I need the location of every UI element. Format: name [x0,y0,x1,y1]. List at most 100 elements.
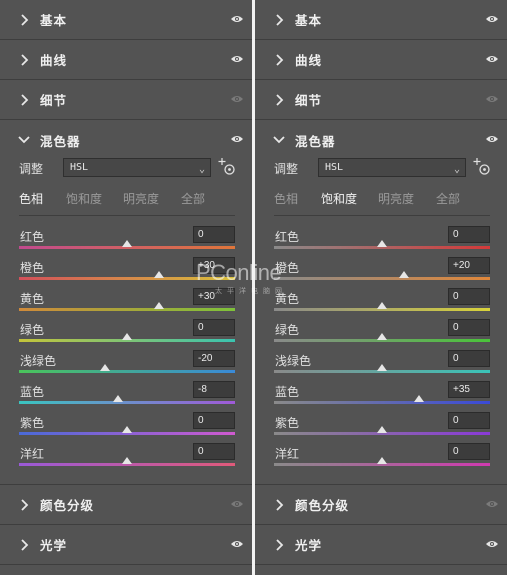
chevron-right-icon[interactable] [19,94,29,106]
slider-thumb[interactable] [100,364,110,371]
value-field[interactable]: 0 [448,288,490,305]
color-mixer-header[interactable]: 混色器 [0,120,252,160]
eye-icon[interactable] [230,539,244,549]
slider-thumb[interactable] [113,395,123,402]
section-header[interactable]: 曲线 [0,40,252,80]
section-header[interactable]: 基本 [255,0,507,40]
section-title: 颜色分级 [40,498,95,513]
eye-icon[interactable] [230,134,244,144]
eye-icon[interactable] [485,499,499,509]
targeted-adjustment-icon[interactable] [473,158,491,176]
value-field[interactable]: +35 [448,381,490,398]
slider-thumb[interactable] [154,302,164,309]
color-slider-row: 黄色 0 [274,288,490,319]
section-title: 曲线 [295,53,323,68]
section-header[interactable]: 曲线 [255,40,507,80]
tab-2[interactable]: 明亮度 [378,190,414,207]
value-field[interactable]: 0 [448,319,490,336]
color-slider-row: 红色 0 [19,226,235,257]
value-field[interactable]: 0 [448,443,490,460]
value-field[interactable]: 0 [448,412,490,429]
eye-icon[interactable] [230,54,244,64]
color-slider-row: 洋红 0 [274,443,490,474]
mode-select[interactable]: HSL ⌄ [318,158,466,177]
tab-3[interactable]: 全部 [436,190,460,207]
chevron-right-icon[interactable] [274,94,284,106]
slider-thumb[interactable] [377,426,387,433]
slider-thumb[interactable] [122,426,132,433]
eye-icon[interactable] [485,134,499,144]
slider-thumb[interactable] [377,333,387,340]
tab-1[interactable]: 饱和度 [66,190,102,207]
slider-track[interactable] [19,370,235,373]
mode-select[interactable]: HSL ⌄ [63,158,211,177]
chevron-right-icon[interactable] [274,499,284,511]
chevron-down-icon[interactable] [18,135,30,145]
color-mixer-header[interactable]: 混色器 [255,120,507,160]
section-title: 基本 [40,13,68,28]
section-header[interactable]: 颜色分级 [0,485,252,525]
section-title: 细节 [40,93,68,108]
value-field[interactable]: 0 [193,226,235,243]
chevron-right-icon[interactable] [274,14,284,26]
chevron-right-icon[interactable] [274,539,284,551]
color-name: 蓝色 [20,385,45,399]
slider-track[interactable] [19,308,235,311]
section-header[interactable]: 光学 [255,525,507,565]
color-slider-row: 洋红 0 [19,443,235,474]
tab-0[interactable]: 色相 [19,190,43,207]
section-header[interactable]: 细节 [255,80,507,120]
slider-track[interactable] [19,401,235,404]
chevron-right-icon[interactable] [19,539,29,551]
color-slider-row: 红色 0 [274,226,490,257]
chevron-right-icon[interactable] [19,499,29,511]
slider-thumb[interactable] [122,240,132,247]
slider-thumb[interactable] [122,333,132,340]
eye-icon[interactable] [230,499,244,509]
value-field[interactable]: 0 [448,350,490,367]
tab-3[interactable]: 全部 [181,190,205,207]
value-field[interactable]: -8 [193,381,235,398]
value-field[interactable]: -20 [193,350,235,367]
section-header[interactable]: 细节 [0,80,252,120]
tab-1[interactable]: 饱和度 [321,190,357,207]
eye-icon[interactable] [485,94,499,104]
slider-thumb[interactable] [122,457,132,464]
chevron-down-icon: ⌄ [453,164,460,175]
slider-thumb[interactable] [399,271,409,278]
slider-thumb[interactable] [377,302,387,309]
value-field[interactable]: 0 [193,412,235,429]
slider-track[interactable] [274,401,490,404]
value-field[interactable]: +20 [448,257,490,274]
slider-track[interactable] [274,277,490,280]
section-title: 光学 [295,538,323,553]
color-name: 橙色 [20,261,45,275]
section-header[interactable]: 颜色分级 [255,485,507,525]
slider-thumb[interactable] [414,395,424,402]
tab-2[interactable]: 明亮度 [123,190,159,207]
chevron-right-icon[interactable] [274,54,284,66]
value-field[interactable]: 0 [193,443,235,460]
eye-icon[interactable] [485,54,499,64]
section-header[interactable]: 基本 [0,0,252,40]
slider-thumb[interactable] [377,457,387,464]
chevron-right-icon[interactable] [19,14,29,26]
chevron-down-icon[interactable] [273,135,285,145]
value-field[interactable]: 0 [448,226,490,243]
slider-thumb[interactable] [154,271,164,278]
tab-0[interactable]: 色相 [274,190,298,207]
eye-icon[interactable] [485,539,499,549]
eye-icon[interactable] [230,94,244,104]
targeted-adjustment-icon[interactable] [218,158,236,176]
eye-icon[interactable] [485,14,499,24]
slider-thumb[interactable] [377,364,387,371]
color-slider-row: 蓝色 -8 [19,381,235,412]
eye-icon[interactable] [230,14,244,24]
section-header[interactable]: 光学 [0,525,252,565]
color-name: 洋红 [275,447,300,461]
color-name: 洋红 [20,447,45,461]
slider-thumb[interactable] [377,240,387,247]
color-name: 红色 [275,230,300,244]
value-field[interactable]: 0 [193,319,235,336]
chevron-right-icon[interactable] [19,54,29,66]
